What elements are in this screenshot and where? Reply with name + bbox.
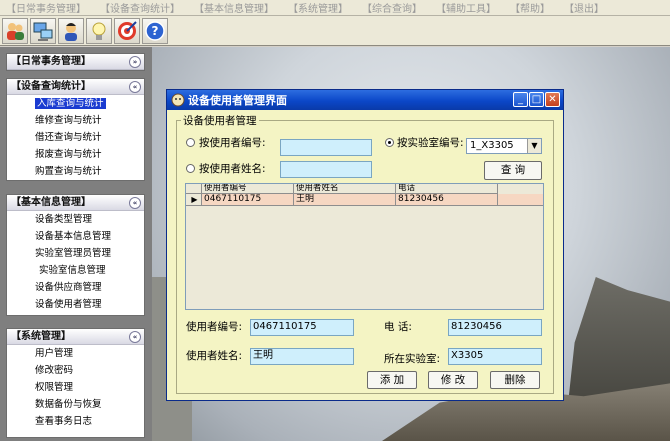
menu-exit[interactable]: 【退出】 bbox=[564, 0, 604, 15]
radio-user-name[interactable] bbox=[186, 164, 195, 173]
sidebar-item-stockin-query[interactable]: 入库查询与统计 bbox=[7, 95, 144, 112]
table-header-user-name[interactable]: 使用者姓名 bbox=[294, 184, 396, 194]
group-label: 设备使用者管理 bbox=[181, 113, 259, 128]
menu-bar: 【日常事务管理】 【设备查询统计】 【基本信息管理】 【系统管理】 【综合查询】… bbox=[0, 0, 670, 16]
sidebar-item-backup[interactable]: 数据备份与恢复 bbox=[7, 396, 144, 413]
detail-user-id-label: 使用者编号: bbox=[186, 321, 243, 333]
panel-header[interactable]: 【日常事务管理】 » bbox=[7, 54, 144, 70]
detail-lab-field[interactable]: X3305 bbox=[448, 348, 542, 365]
row-marker-icon: ▶ bbox=[186, 194, 202, 206]
query-button[interactable]: 查 询 bbox=[484, 161, 542, 180]
detail-user-name-field[interactable]: 王明 bbox=[250, 348, 354, 365]
collapse-icon[interactable]: « bbox=[129, 197, 141, 209]
collapse-icon[interactable]: « bbox=[129, 81, 141, 93]
table-corner bbox=[186, 184, 202, 194]
panel-title: 【系统管理】 bbox=[11, 331, 71, 342]
minimize-button[interactable]: _ bbox=[513, 92, 528, 107]
table-cell-filler bbox=[498, 194, 543, 206]
expand-icon[interactable]: » bbox=[129, 56, 141, 68]
radio-user-id[interactable] bbox=[186, 138, 195, 147]
menu-tools[interactable]: 【辅助工具】 bbox=[436, 0, 496, 15]
panel-daily-affairs: 【日常事务管理】 » bbox=[6, 53, 145, 71]
sidebar-item-user-mgmt[interactable]: 用户管理 bbox=[7, 345, 144, 362]
edit-button[interactable]: 修 改 bbox=[428, 371, 478, 389]
table-header-phone[interactable]: 电话 bbox=[396, 184, 498, 194]
menu-daily-affairs[interactable]: 【日常事务管理】 bbox=[6, 0, 86, 15]
panel-title: 【基本信息管理】 bbox=[11, 197, 91, 208]
app-icon bbox=[171, 93, 185, 107]
minimize-icon: _ bbox=[518, 94, 523, 105]
sidebar-item-device-type[interactable]: 设备类型管理 bbox=[7, 211, 144, 228]
sidebar-item-repair-query[interactable]: 维修查询与统计 bbox=[7, 112, 144, 129]
search-user-name-input[interactable] bbox=[280, 161, 372, 178]
table-cell-phone[interactable]: 81230456 bbox=[396, 194, 498, 206]
menu-system[interactable]: 【系统管理】 bbox=[288, 0, 348, 15]
sidebar-item-lab-admin[interactable]: 实验室管理员管理 bbox=[7, 245, 144, 262]
close-button[interactable]: ✕ bbox=[545, 92, 560, 107]
dialog-titlebar[interactable]: 设备使用者管理界面 bbox=[167, 90, 563, 110]
panel-header[interactable]: 【设备查询统计】 « bbox=[7, 79, 144, 95]
radio-user-id-label: 按使用者编号: bbox=[199, 137, 266, 149]
sidebar-item-borrow-query[interactable]: 借还查询与统计 bbox=[7, 129, 144, 146]
panel-title: 【日常事务管理】 bbox=[11, 56, 91, 67]
sidebar: 【日常事务管理】 » 【设备查询统计】 « 入库查询与统计 维修查询与统计 借还… bbox=[0, 47, 152, 441]
toolbar-target-button[interactable] bbox=[114, 18, 140, 44]
menu-combined-query[interactable]: 【综合查询】 bbox=[362, 0, 422, 15]
radio-user-name-label: 按使用者姓名: bbox=[199, 163, 266, 175]
sidebar-item-lab-info[interactable]: 实验室信息管理 bbox=[7, 262, 144, 279]
radio-lab-id[interactable] bbox=[385, 138, 394, 147]
sidebar-item-device-user[interactable]: 设备使用者管理 bbox=[7, 296, 144, 313]
table-cell-user-name[interactable]: 王明 bbox=[294, 194, 396, 206]
target-icon bbox=[118, 21, 137, 40]
delete-button[interactable]: 删除 bbox=[490, 371, 540, 389]
collapse-icon[interactable]: « bbox=[129, 331, 141, 343]
svg-text:?: ? bbox=[152, 24, 159, 38]
users-icon bbox=[7, 23, 24, 40]
network-icon bbox=[33, 22, 53, 41]
toolbar-help-button[interactable]: ? bbox=[142, 18, 168, 44]
menu-help[interactable]: 【帮助】 bbox=[510, 0, 550, 15]
panel-system: 【系统管理】 « 用户管理 修改密码 权限管理 数据备份与恢复 查看事务日志 bbox=[6, 328, 145, 438]
toolbar-lightbulb-button[interactable] bbox=[86, 18, 112, 44]
panel-header[interactable]: 【基本信息管理】 « bbox=[7, 195, 144, 211]
menu-basic-info[interactable]: 【基本信息管理】 bbox=[194, 0, 274, 15]
radio-lab-id-label: 按实验室编号: bbox=[397, 137, 464, 149]
lab-select-value: 1_X3305 bbox=[470, 140, 514, 151]
toolbar-network-button[interactable] bbox=[30, 18, 56, 44]
sidebar-item-logs[interactable]: 查看事务日志 bbox=[7, 413, 144, 430]
sidebar-item-supplier[interactable]: 设备供应商管理 bbox=[7, 279, 144, 296]
panel-title: 【设备查询统计】 bbox=[11, 81, 91, 92]
chevron-down-icon[interactable]: ▼ bbox=[527, 139, 541, 153]
menu-device-query[interactable]: 【设备查询统计】 bbox=[100, 0, 180, 15]
close-icon: ✕ bbox=[548, 94, 557, 105]
detail-phone-field[interactable]: 81230456 bbox=[448, 319, 542, 336]
search-user-id-input[interactable] bbox=[280, 139, 372, 156]
detail-lab-label: 所在实验室: bbox=[384, 353, 441, 365]
maximize-button[interactable]: □ bbox=[529, 92, 544, 107]
toolbar: ? bbox=[0, 16, 670, 46]
add-button[interactable]: 添 加 bbox=[367, 371, 417, 389]
sidebar-item-permissions[interactable]: 权限管理 bbox=[7, 379, 144, 396]
lightbulb-icon bbox=[92, 22, 106, 40]
user-table: 使用者编号 使用者姓名 电话 ▶ 0467110175 王明 81230456 bbox=[185, 183, 544, 310]
table-header-user-id[interactable]: 使用者编号 bbox=[202, 184, 294, 194]
person-icon bbox=[65, 23, 77, 41]
detail-user-id-field[interactable]: 0467110175 bbox=[250, 319, 354, 336]
dialog-title: 设备使用者管理界面 bbox=[188, 94, 287, 107]
maximize-icon: □ bbox=[531, 94, 542, 105]
panel-basic-info: 【基本信息管理】 « 设备类型管理 设备基本信息管理 实验室管理员管理 实验室信… bbox=[6, 194, 145, 316]
sidebar-item-change-password[interactable]: 修改密码 bbox=[7, 362, 144, 379]
sidebar-item-purchase-query[interactable]: 购置查询与统计 bbox=[7, 163, 144, 180]
lab-select[interactable]: 1_X3305 ▼ bbox=[466, 138, 542, 154]
table-cell-user-id[interactable]: 0467110175 bbox=[202, 194, 294, 206]
help-icon: ? bbox=[145, 21, 165, 41]
detail-phone-label: 电 话: bbox=[384, 321, 412, 333]
toolbar-person-button[interactable] bbox=[58, 18, 84, 44]
sidebar-item-device-info[interactable]: 设备基本信息管理 bbox=[7, 228, 144, 245]
detail-user-name-label: 使用者姓名: bbox=[186, 350, 243, 362]
toolbar-users-button[interactable] bbox=[2, 18, 28, 44]
panel-device-query: 【设备查询统计】 « 入库查询与统计 维修查询与统计 借还查询与统计 报废查询与… bbox=[6, 78, 145, 181]
sidebar-item-scrap-query[interactable]: 报废查询与统计 bbox=[7, 146, 144, 163]
panel-header[interactable]: 【系统管理】 « bbox=[7, 329, 144, 345]
